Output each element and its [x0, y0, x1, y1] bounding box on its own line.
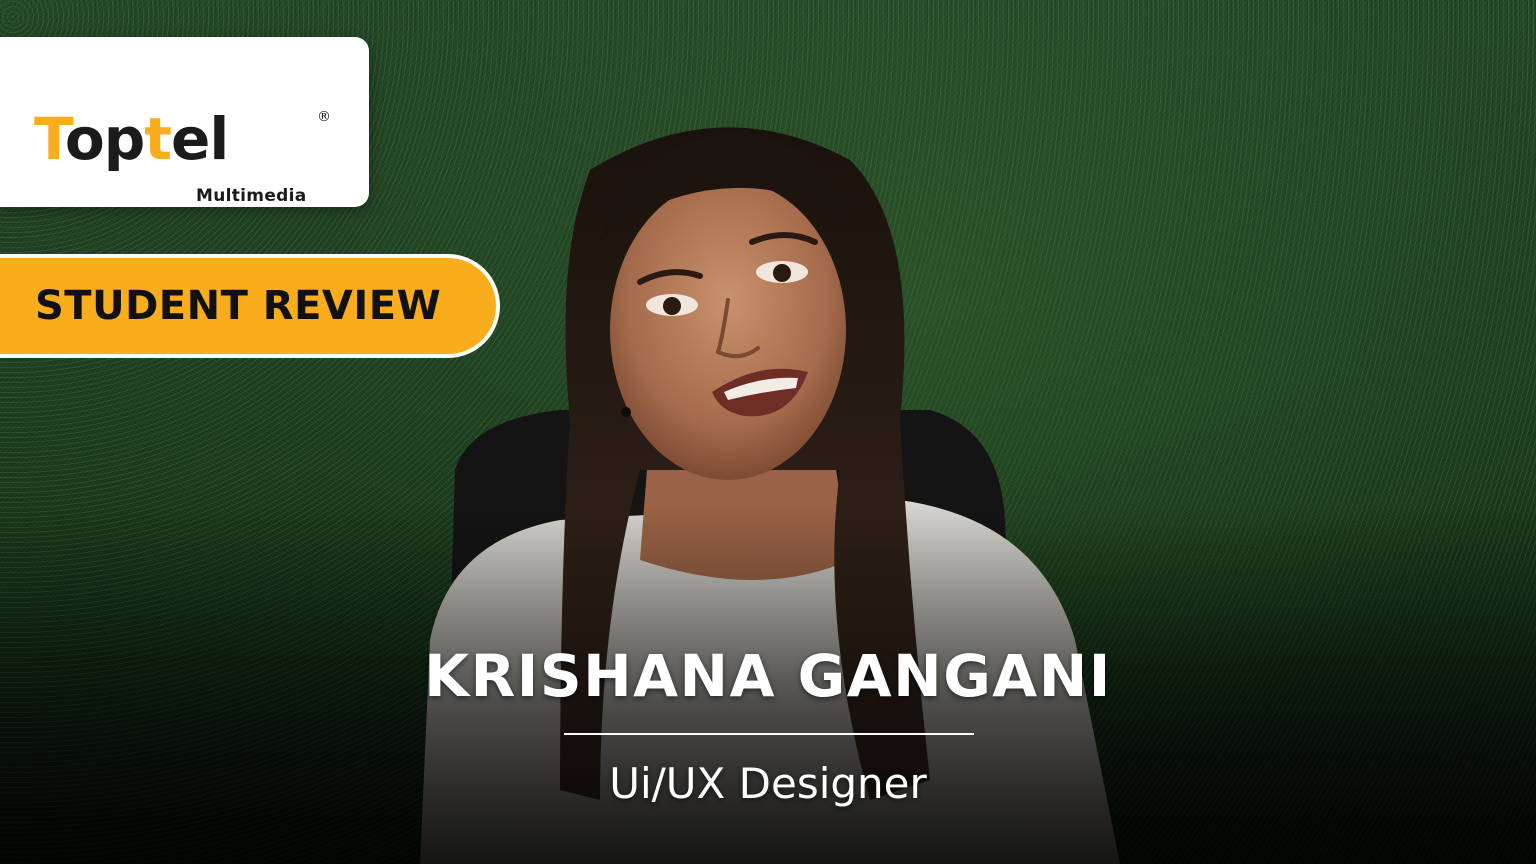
toptel-logo: Toptel ® [34, 105, 331, 173]
student-review-label: STUDENT REVIEW [35, 283, 442, 329]
student-review-badge-fill: STUDENT REVIEW [0, 258, 496, 354]
earring [621, 407, 631, 417]
name-divider [564, 733, 974, 735]
video-thumbnail: Toptel ® Multimedia STUDENT REVIEW KRISH… [0, 0, 1536, 864]
svg-text:Toptel: Toptel [34, 105, 228, 173]
brand-tagline: Multimedia [196, 186, 307, 206]
person-role: Ui/UX Designer [609, 759, 927, 808]
svg-text:®: ® [317, 109, 331, 125]
face-shape [610, 180, 846, 480]
person-name: KRISHANA GANGANI [424, 642, 1112, 710]
student-review-badge: STUDENT REVIEW [0, 254, 500, 358]
brand-logo-card: Toptel ® Multimedia [0, 37, 369, 207]
